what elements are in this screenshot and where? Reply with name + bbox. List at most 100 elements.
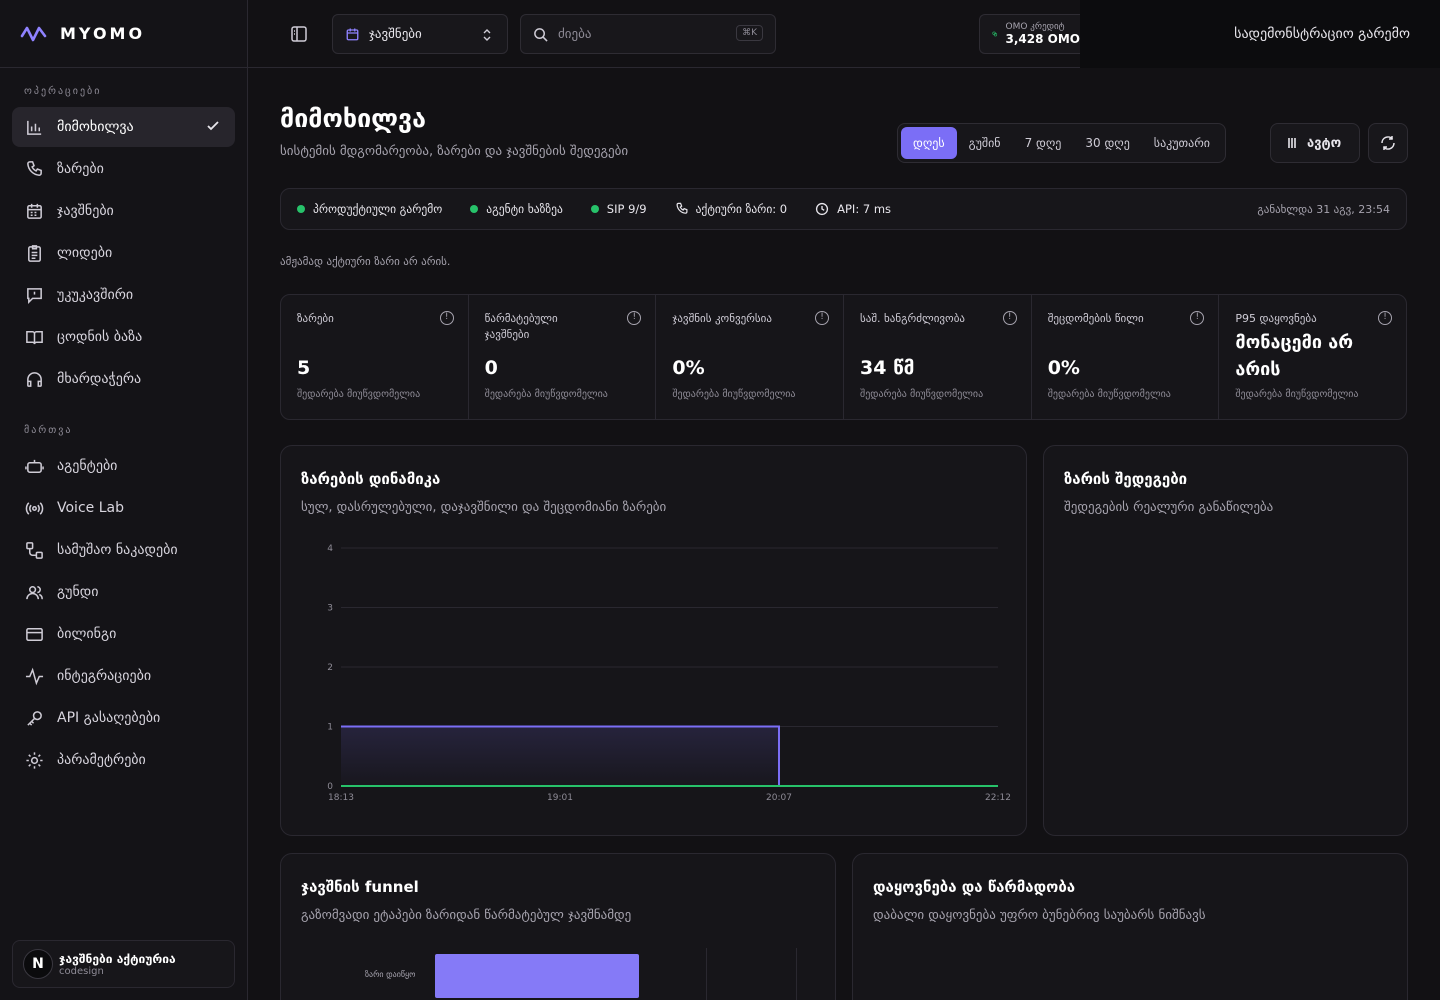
sidebar-item-leads[interactable]: ლიდები bbox=[12, 233, 235, 273]
coins-icon bbox=[992, 31, 998, 37]
refresh-button[interactable] bbox=[1368, 123, 1408, 163]
environment-label: სადემონსტრაციო გარემო bbox=[1234, 26, 1410, 42]
info-icon[interactable]: ! bbox=[1190, 311, 1205, 325]
kpi-footnote: შედარება მიუწვდომელია bbox=[860, 389, 984, 400]
sidebar-item-settings[interactable]: პარამეტრები bbox=[12, 740, 235, 780]
org-subtitle: codesign bbox=[59, 965, 104, 977]
status-dot bbox=[590, 205, 599, 213]
status-dot bbox=[297, 205, 305, 213]
status-updated: განახლდა 31 აგვ, 23:54 bbox=[1257, 202, 1390, 216]
calendar-icon bbox=[24, 201, 44, 221]
activity-icon bbox=[24, 666, 44, 686]
info-icon[interactable]: ! bbox=[1002, 311, 1017, 325]
kpi-label: შეცდომების წილი bbox=[1047, 312, 1144, 325]
auto-refresh-button[interactable]: ავტო bbox=[1270, 123, 1360, 163]
kpi-value: მონაცემი არ არის bbox=[1235, 332, 1354, 380]
balance-widget[interactable]: OMO კრედიტ 3,428 OMO bbox=[979, 14, 1080, 54]
balance-value: 3,428 OMO bbox=[1005, 32, 1080, 46]
clock-icon bbox=[816, 202, 829, 216]
module-select[interactable]: ჯავშნები bbox=[332, 14, 508, 54]
sidebar-item-workflows[interactable]: სამუშაო ნაკადები bbox=[12, 530, 235, 570]
tab-yesterday[interactable]: გუშინ bbox=[957, 127, 1013, 159]
kpi-value: 0% bbox=[1047, 357, 1080, 379]
sidebar-item-api-keys[interactable]: API გასაღებები bbox=[12, 698, 235, 738]
sidebar-item-overview[interactable]: მიმოხილვა bbox=[12, 107, 235, 147]
gear-icon bbox=[24, 750, 44, 770]
logo[interactable]: MYOMO bbox=[0, 0, 247, 68]
card-title: ჯავშნის funnel bbox=[301, 878, 419, 896]
auto-label: ავტო bbox=[1307, 135, 1342, 151]
search-shortcut: ⌘K bbox=[736, 25, 763, 41]
org-switcher[interactable]: N ჯავშნები აქტიურია codesign bbox=[12, 940, 235, 988]
info-icon[interactable]: ! bbox=[627, 311, 642, 325]
sidebar-toggle-button[interactable] bbox=[290, 25, 308, 43]
kpi-label: ზარები bbox=[297, 312, 334, 325]
sidebar-item-label: ზარები bbox=[57, 161, 104, 177]
y-tick-label: 0 bbox=[327, 782, 333, 792]
sidebar-item-label: API გასაღებები bbox=[57, 710, 161, 726]
chevron-updown-icon bbox=[483, 29, 491, 41]
sidebar-item-support[interactable]: მხარდაჭერა bbox=[12, 359, 235, 399]
module-select-value: ჯავშნები bbox=[369, 26, 422, 42]
card-title: ზარის შედეგები bbox=[1064, 470, 1188, 488]
check-icon bbox=[205, 118, 221, 138]
kpi-label: P95 დაყოვნება bbox=[1235, 312, 1317, 325]
kpi-card-p95-latency: P95 დაყოვნება ! მონაცემი არ არის შედარებ… bbox=[1219, 295, 1406, 419]
sidebar-item-label: ცოდნის ბაზა bbox=[57, 329, 143, 345]
sidebar-item-bookings[interactable]: ჯავშნები bbox=[12, 191, 235, 231]
kpi-card-booking-conversion: ჯავშნის კონვერსია ! 0% შედარება მიუწვდომ… bbox=[656, 295, 845, 419]
x-tick-label: 19:01 bbox=[547, 793, 573, 803]
kpi-footnote: შედარება მიუწვდომელია bbox=[672, 389, 796, 400]
funnel-stage-label: ზარი დაიწყო bbox=[365, 970, 416, 979]
info-icon[interactable]: ! bbox=[815, 311, 830, 325]
card-title: ზარების დინამიკა bbox=[301, 470, 441, 488]
y-tick-label: 4 bbox=[327, 544, 333, 554]
sidebar-item-billing[interactable]: ბილინგი bbox=[12, 614, 235, 654]
info-icon[interactable]: ! bbox=[1378, 311, 1393, 325]
org-title: ჯავშნები აქტიურია bbox=[59, 951, 176, 966]
kpi-label: წარმატებული ჯავშნები bbox=[484, 312, 558, 341]
sidebar-item-label: მიმოხილვა bbox=[57, 119, 134, 135]
status-active-calls: აქტიური ზარი: 0 bbox=[675, 202, 787, 216]
search-input[interactable]: ძიება ⌘K bbox=[520, 14, 776, 54]
clipboard-icon bbox=[24, 243, 44, 263]
sidebar-item-voice-lab[interactable]: Voice Lab bbox=[12, 488, 235, 528]
kpi-card-successful-bookings: წარმატებული ჯავშნები ! 0 შედარება მიუწვდ… bbox=[469, 295, 657, 419]
tab-today[interactable]: დღეს bbox=[901, 127, 957, 159]
topbar: ჯავშნები ძიება ⌘K OMO კრედიტ 3,428 OMO ს… bbox=[248, 0, 1440, 68]
nav-section-operations: ოპერაციები bbox=[24, 86, 102, 97]
kpi-value: 5 bbox=[297, 357, 311, 379]
sidebar-item-feedback[interactable]: უკუკავშირი bbox=[12, 275, 235, 315]
call-dynamics-chart: 0 1 2 3 4 18:13 19:01 20:07 22:12 bbox=[327, 544, 1011, 803]
tab-30-days[interactable]: 30 დღე bbox=[1073, 127, 1141, 159]
sidebar-item-agents[interactable]: აგენტები bbox=[12, 446, 235, 486]
info-icon[interactable]: ! bbox=[439, 311, 454, 325]
x-tick-label: 20:07 bbox=[766, 793, 792, 803]
sidebar-item-label: აგენტები bbox=[57, 458, 118, 474]
kpi-card-avg-duration: საშ. ხანგრძლივობა ! 34 წმ შედარება მიუწვ… bbox=[844, 295, 1032, 419]
status-sip-label: SIP 9/9 bbox=[606, 202, 647, 216]
sidebar-item-integrations[interactable]: ინტეგრაციები bbox=[12, 656, 235, 696]
kpi-value: 0% bbox=[672, 357, 705, 379]
sidebar-item-label: ინტეგრაციები bbox=[57, 668, 152, 684]
sidebar-item-team[interactable]: გუნდი bbox=[12, 572, 235, 612]
sidebar-item-calls[interactable]: ზარები bbox=[12, 149, 235, 189]
status-api-label: API: 7 ms bbox=[837, 202, 892, 216]
booking-funnel-card: ჯავშნის funnel გაზომვადი ეტაპები ზარიდან… bbox=[280, 853, 836, 1000]
call-dynamics-card: ზარების დინამიკა სულ, დასრულებული, დაჯავ… bbox=[280, 445, 1027, 836]
x-tick-label: 18:13 bbox=[328, 793, 354, 803]
logo-text: MYOMO bbox=[60, 24, 146, 43]
broadcast-icon bbox=[24, 498, 44, 518]
sidebar-item-knowledge-base[interactable]: ცოდნის ბაზა bbox=[12, 317, 235, 357]
kpi-card-error-rate: შეცდომების წილი ! 0% შედარება მიუწვდომელ… bbox=[1032, 295, 1220, 419]
book-icon bbox=[24, 327, 44, 347]
tab-custom[interactable]: საკუთარი bbox=[1142, 127, 1222, 159]
funnel-gridline bbox=[796, 948, 797, 1000]
sidebar-item-label: გუნდი bbox=[57, 584, 99, 600]
tab-7-days[interactable]: 7 დღე bbox=[1013, 127, 1074, 159]
card-description: შედეგების რეალური განაწილება bbox=[1064, 500, 1274, 515]
status-dot bbox=[470, 205, 479, 213]
kpi-card-calls: ზარები ! 5 შედარება მიუწვდომელია bbox=[281, 295, 469, 419]
card-title: დაყოვნება და წარმადობა bbox=[873, 878, 1076, 896]
search-placeholder: ძიება bbox=[558, 26, 592, 42]
